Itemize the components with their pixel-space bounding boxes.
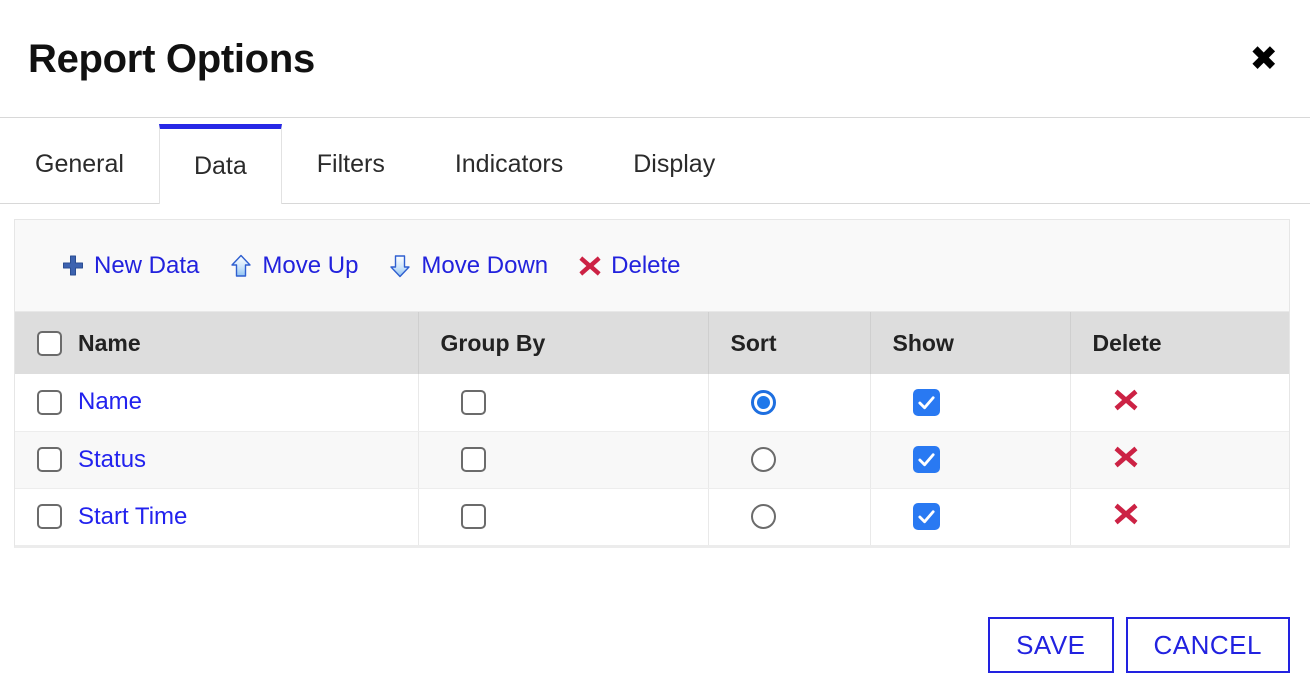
table-row: Name [15, 374, 1289, 432]
close-icon[interactable]: ✖ [1244, 38, 1285, 80]
group-by-checkbox[interactable] [460, 504, 486, 530]
row-select-checkbox[interactable] [37, 504, 62, 530]
tab-indicators-label: Indicators [454, 150, 564, 178]
data-toolbar: New Data Move Up Move Down Delete [15, 220, 1289, 312]
column-header-sort: Sort [708, 312, 871, 374]
move-down-label: Move Down [421, 251, 549, 279]
tab-general-label: General [35, 150, 124, 178]
move-up-label: Move Up [262, 251, 359, 279]
move-up-button[interactable]: Move Up [229, 252, 358, 280]
tab-data-label: Data [193, 152, 247, 180]
dialog-header: Report Options ✖ [0, 0, 1310, 118]
row-delete-cell [1070, 431, 1289, 489]
sort-radio[interactable] [750, 389, 776, 415]
arrow-down-icon [388, 254, 412, 278]
delete-x-icon[interactable] [1113, 444, 1139, 475]
row-group-by-cell [418, 488, 709, 545]
group-by-checkbox[interactable] [460, 389, 486, 415]
row-select-checkbox[interactable] [37, 447, 62, 472]
tab-bar: General Data Filters Indicators Display [0, 118, 1310, 204]
row-sort-cell [708, 488, 871, 545]
column-header-group-by-label: Group By [440, 329, 546, 356]
table-header: Name Group By Sort Show Delete [15, 312, 1289, 374]
tab-filters[interactable]: Filters [282, 125, 420, 203]
row-group-by-cell [418, 374, 709, 432]
tab-indicators[interactable]: Indicators [420, 125, 598, 203]
sort-radio[interactable] [750, 447, 776, 472]
tab-data[interactable]: Data [158, 124, 282, 204]
new-data-button[interactable]: New Data [61, 252, 199, 280]
tab-display-label: Display [633, 150, 716, 178]
column-header-delete-label: Delete [1092, 329, 1162, 356]
row-delete-cell [1070, 488, 1289, 545]
arrow-up-icon [229, 254, 253, 278]
column-header-name-label: Name [78, 329, 141, 356]
column-header-group-by: Group By [418, 312, 709, 374]
show-checkbox[interactable] [912, 388, 940, 416]
row-show-cell [870, 488, 1071, 545]
tab-filters-label: Filters [316, 150, 385, 178]
page-title: Report Options [28, 36, 315, 81]
column-header-delete: Delete [1070, 312, 1289, 374]
row-select-checkbox[interactable] [37, 389, 62, 415]
column-header-show-label: Show [892, 329, 954, 356]
tab-general[interactable]: General [0, 125, 159, 203]
delete-x-icon [578, 254, 602, 278]
table-row: Status [15, 431, 1289, 489]
row-name-cell: Name [15, 374, 419, 432]
data-table: Name Group By Sort Show Delete Name Stat… [15, 312, 1289, 545]
column-header-sort-label: Sort [730, 329, 777, 356]
row-show-cell [870, 374, 1071, 432]
row-name-cell: Start Time [15, 488, 419, 545]
table-row: Start Time [15, 488, 1289, 545]
show-checkbox[interactable] [912, 446, 940, 473]
data-panel: New Data Move Up Move Down Delete Name G… [14, 219, 1290, 548]
delete-label: Delete [611, 251, 681, 279]
delete-button[interactable]: Delete [578, 251, 681, 280]
show-checkbox[interactable] [912, 503, 940, 531]
move-down-button[interactable]: Move Down [388, 252, 548, 280]
row-group-by-cell [418, 431, 709, 489]
row-show-cell [870, 431, 1071, 489]
new-data-label: New Data [94, 251, 200, 279]
sort-radio[interactable] [750, 504, 776, 530]
plus-icon [61, 254, 85, 278]
group-by-checkbox[interactable] [460, 447, 486, 472]
row-sort-cell [708, 374, 871, 432]
row-name-link[interactable]: Name [78, 388, 142, 416]
row-name-link[interactable]: Start Time [78, 503, 187, 531]
row-name-cell: Status [15, 431, 419, 489]
row-sort-cell [708, 431, 871, 489]
row-delete-cell [1070, 374, 1289, 432]
table-body: Name Status Start Time [15, 374, 1289, 545]
dialog-footer: SAVE CANCEL [988, 617, 1290, 673]
delete-x-icon[interactable] [1113, 387, 1139, 418]
column-header-show: Show [870, 312, 1071, 374]
select-all-checkbox[interactable] [37, 330, 62, 356]
tab-display[interactable]: Display [598, 125, 750, 203]
report-options-dialog: Report Options ✖ General Data Filters In… [0, 0, 1310, 692]
save-button[interactable]: SAVE [988, 617, 1114, 673]
column-header-name: Name [15, 312, 419, 374]
delete-x-icon[interactable] [1113, 501, 1139, 532]
row-name-link[interactable]: Status [78, 446, 146, 474]
cancel-button[interactable]: CANCEL [1125, 617, 1290, 673]
